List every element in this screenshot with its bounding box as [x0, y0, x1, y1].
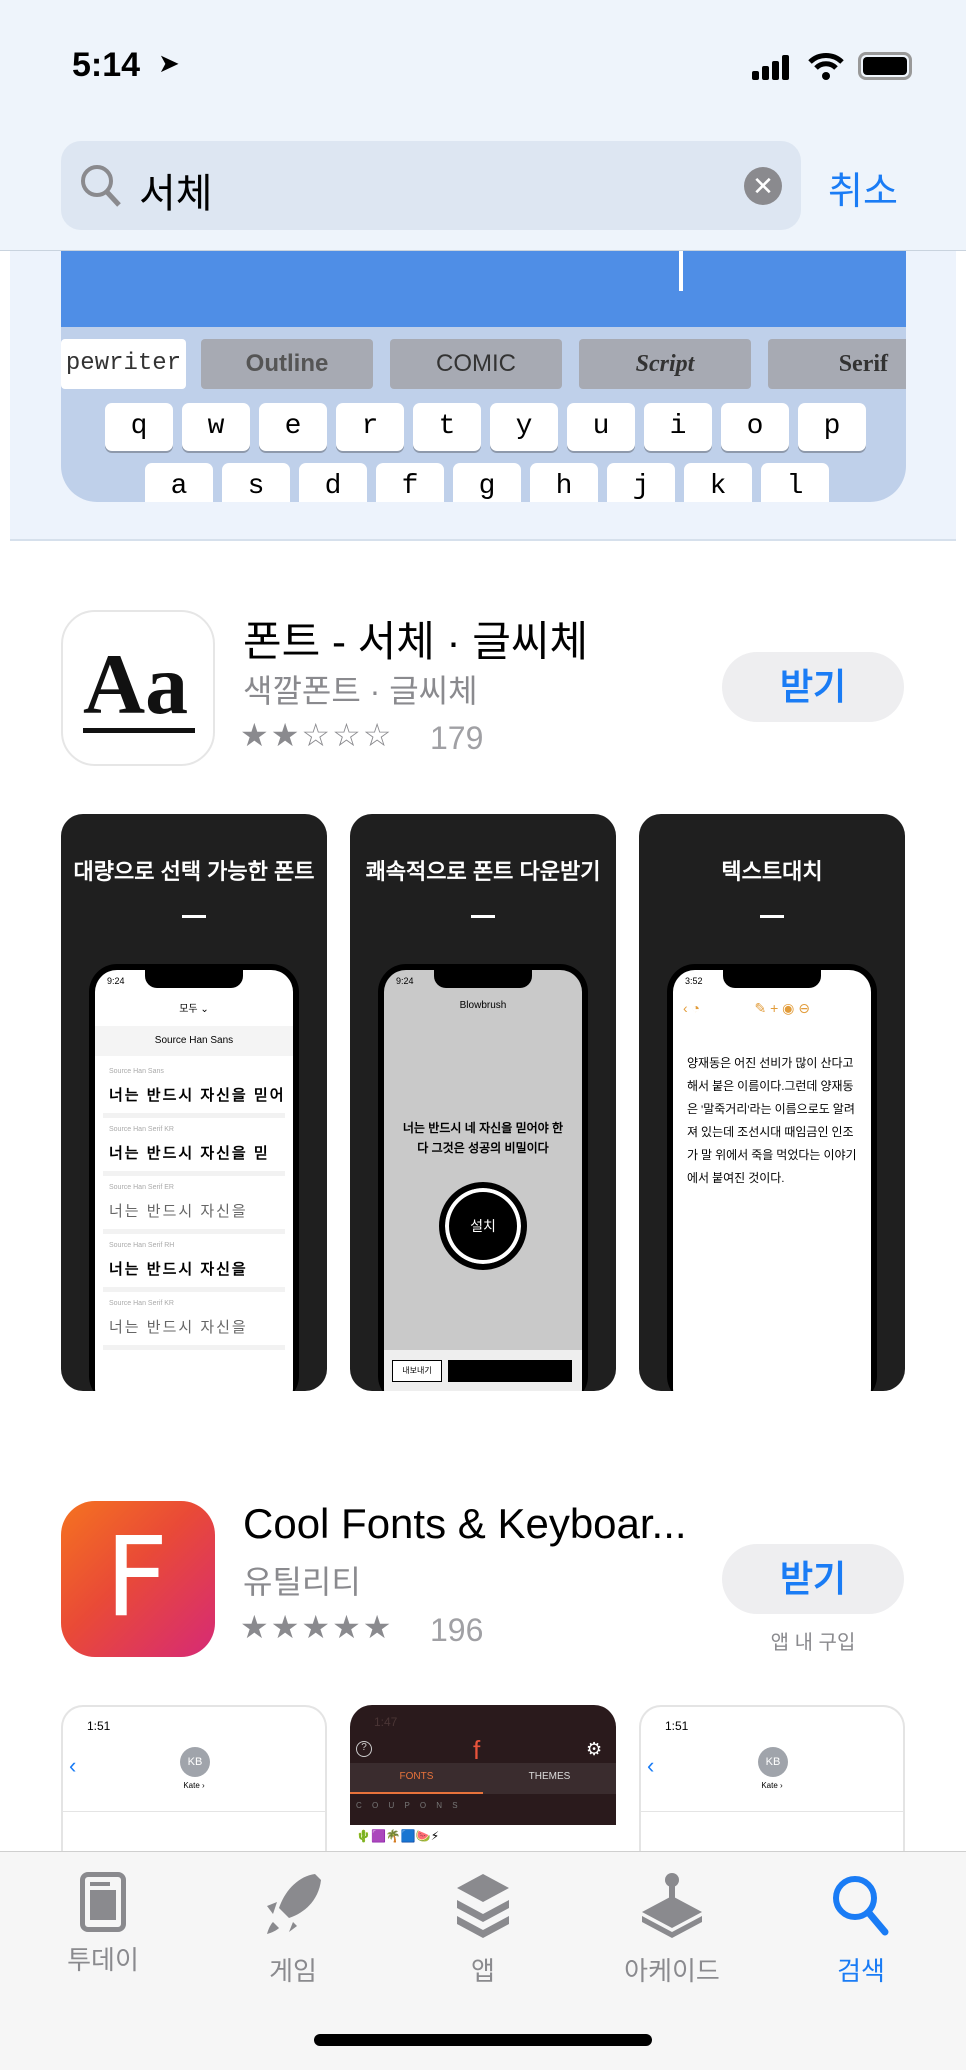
- app-icon-cool-fonts[interactable]: F: [61, 1501, 215, 1657]
- tab-games[interactable]: 게임: [218, 1872, 368, 1988]
- font-chip: Serif: [768, 339, 906, 389]
- tab-today[interactable]: 투데이: [28, 1872, 178, 1977]
- rating-count: 179: [430, 720, 484, 756]
- app-subtitle: 유틸리티: [243, 1564, 361, 1600]
- font-chip: pewriter: [61, 339, 186, 389]
- promo-screenshot: pewriter Outline COMIC Script Serif qwer…: [10, 251, 956, 541]
- app-title[interactable]: Cool Fonts & Keyboar...: [243, 1500, 687, 1548]
- apps-layers-icon: [457, 1874, 509, 1938]
- battery-icon: [858, 52, 912, 80]
- app-screenshot[interactable]: 대량으로 선택 가능한 폰트 9:24 모두 ⌄ Source Han Sans…: [61, 814, 327, 1391]
- keyboard-key: y: [490, 403, 558, 451]
- keyboard-key: u: [567, 403, 635, 451]
- rating-stars: ★★☆☆☆: [240, 717, 394, 753]
- rocket-icon: [267, 1874, 321, 1934]
- location-icon: ➤: [158, 48, 180, 78]
- tab-bar: 투데이 게임 앱 아케이드 검색: [0, 1851, 966, 2070]
- keyboard-key: s: [222, 463, 290, 502]
- rating-stars: ★★★★★: [240, 1609, 394, 1645]
- get-button[interactable]: 받기: [722, 1544, 904, 1614]
- in-app-purchase-label: 앱 내 구입: [770, 1632, 856, 1654]
- keyboard-key: t: [413, 403, 481, 451]
- home-indicator[interactable]: [314, 2034, 652, 2046]
- keyboard-key: o: [721, 403, 789, 451]
- tab-arcade[interactable]: 아케이드: [597, 1872, 747, 1988]
- font-list-item: Source Han Serif KR 너는 반드시 자신을 믿: [103, 1120, 285, 1176]
- app-screenshot[interactable]: 텍스트대치 3:52 ‹ ◔ ✎ + ◉ ⊖ 양재동은 어진 선비가 많이 산다…: [639, 814, 905, 1391]
- app-screenshot[interactable]: 1:47 f ? ⚙ FONTS THEMES C O U P O N S 🌵🟪…: [350, 1705, 616, 1855]
- font-chip: Outline: [201, 339, 373, 389]
- search-icon: [81, 165, 121, 207]
- wifi-icon: [808, 53, 844, 80]
- keyboard-key: d: [299, 463, 367, 502]
- font-list-item: Source Han Sans 너는 반드시 자신을 믿어: [103, 1062, 285, 1118]
- promo-text-area: [61, 251, 906, 327]
- rating-count: 196: [430, 1612, 484, 1648]
- search-field[interactable]: 서체 ✕: [61, 141, 801, 230]
- get-button[interactable]: 받기: [722, 652, 904, 722]
- keyboard-key: l: [761, 463, 829, 502]
- search-header: 5:14 ➤ 서체 ✕ 취소: [0, 0, 966, 251]
- keyboard-key: e: [259, 403, 327, 451]
- keyboard-key: f: [376, 463, 444, 502]
- keyboard-key: g: [453, 463, 521, 502]
- app-screenshot[interactable]: 1:51 ‹ KB Kate ›: [61, 1705, 327, 1855]
- today-icon: [80, 1872, 126, 1932]
- font-list-item: Source Han Serif KR 너는 반드시 자신을: [103, 1294, 285, 1350]
- keyboard-key: a: [145, 463, 213, 502]
- font-chip: Script: [579, 339, 751, 389]
- font-list-item: Source Han Serif ER 너는 반드시 자신을: [103, 1178, 285, 1234]
- keyboard-key: q: [105, 403, 173, 451]
- search-input[interactable]: 서체: [139, 161, 213, 219]
- keyboard-key: w: [182, 403, 250, 451]
- keyboard-key: i: [644, 403, 712, 451]
- signal-icon: [752, 54, 792, 80]
- tab-apps[interactable]: 앱: [408, 1872, 558, 1988]
- cancel-button[interactable]: 취소: [828, 160, 898, 215]
- font-chip: COMIC: [390, 339, 562, 389]
- keyboard-key: h: [530, 463, 598, 502]
- keyboard-key: r: [336, 403, 404, 451]
- app-screenshot[interactable]: 쾌속적으로 폰트 다운받기 9:24 Blowbrush 너는 반드시 네 자신…: [350, 814, 616, 1391]
- app-subtitle: 색깔폰트 · 글씨체: [243, 673, 478, 709]
- keyboard-key: k: [684, 463, 752, 502]
- app-icon-fonts[interactable]: Aa: [61, 610, 215, 766]
- tab-search[interactable]: 검색: [786, 1872, 936, 1988]
- arcade-joystick-icon: [642, 1873, 702, 1938]
- clear-search-button[interactable]: ✕: [744, 167, 782, 205]
- app-title[interactable]: 폰트 - 서체 · 글씨체: [243, 608, 588, 669]
- search-icon: [833, 1876, 889, 1936]
- keyboard-key: j: [607, 463, 675, 502]
- app-screenshot[interactable]: 1:51 ‹ KB Kate ›: [639, 1705, 905, 1855]
- font-list-item: Source Han Serif RH 너는 반드시 자신을: [103, 1236, 285, 1292]
- status-time: 5:14: [72, 46, 141, 84]
- keyboard-key: p: [798, 403, 866, 451]
